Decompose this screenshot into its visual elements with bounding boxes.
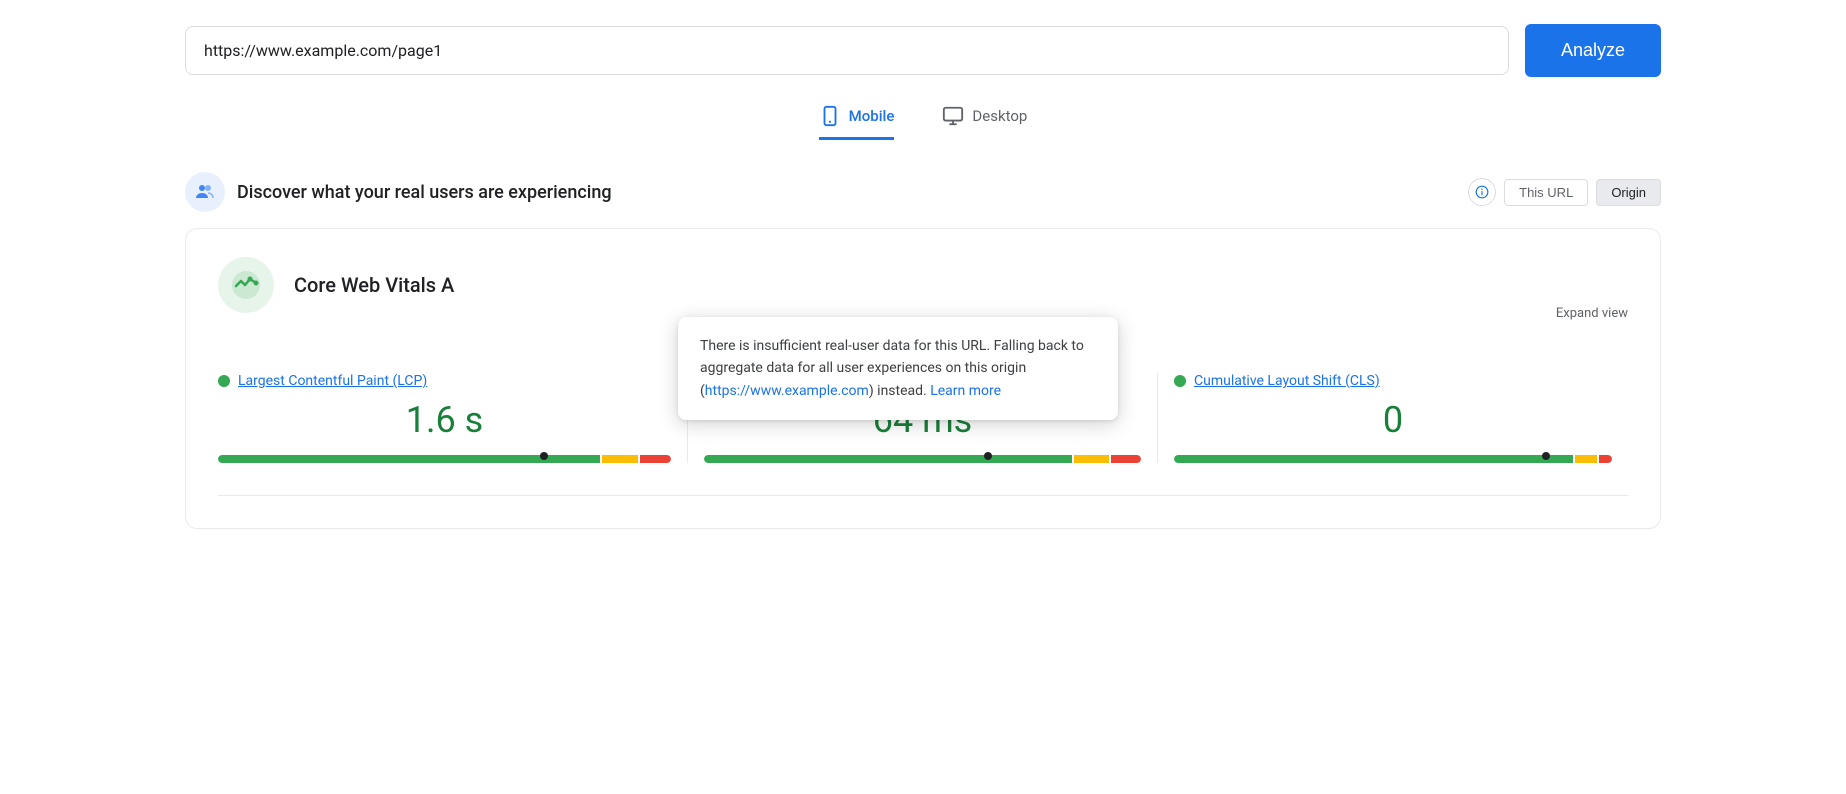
bar-seg-green-cls (1174, 455, 1573, 463)
url-origin-toggle: This URL Origin (1468, 178, 1661, 206)
cwv-title: Core Web Vitals A (294, 273, 454, 297)
url-input[interactable] (204, 41, 1490, 60)
bar-seg-red-cls (1599, 455, 1612, 463)
section-icon (185, 172, 225, 212)
bar-seg-orange-cls (1575, 455, 1597, 463)
section-title-group: Discover what your real users are experi… (185, 172, 612, 212)
users-icon (193, 180, 217, 204)
metric-label-lcp[interactable]: Largest Contentful Paint (LCP) (238, 373, 427, 389)
metric-label-cls[interactable]: Cumulative Layout Shift (CLS) (1194, 373, 1380, 389)
progress-bar-lcp (218, 455, 671, 463)
progress-bar-cls (1174, 455, 1612, 463)
metric-col-cls: Cumulative Layout Shift (CLS) 0 (1158, 373, 1628, 463)
cwv-header: Core Web Vitals A There is insufficient … (218, 257, 1628, 313)
progress-bar-inp (704, 455, 1141, 463)
marker-dot-lcp (540, 452, 548, 460)
bar-marker-lcp (540, 452, 548, 462)
bar-seg-green-inp (704, 455, 1072, 463)
content-card: Core Web Vitals A There is insufficient … (185, 228, 1661, 529)
bar-seg-red-inp (1111, 455, 1141, 463)
bar-marker-cls (1542, 452, 1550, 462)
url-bar-row: Analyze (185, 24, 1661, 77)
tooltip-learn-more-link[interactable]: Learn more (930, 383, 1001, 399)
metric-label-row-cls: Cumulative Layout Shift (CLS) (1174, 373, 1612, 389)
origin-button[interactable]: Origin (1596, 179, 1661, 206)
bar-seg-orange-inp (1074, 455, 1109, 463)
bar-seg-orange-lcp (602, 455, 638, 463)
tabs-row: Mobile Desktop (185, 105, 1661, 140)
mobile-icon (819, 105, 841, 127)
tooltip-popup: There is insufficient real-user data for… (678, 317, 1118, 420)
desktop-icon (942, 105, 964, 127)
tab-desktop[interactable]: Desktop (942, 105, 1027, 140)
metric-value-cls: 0 (1174, 399, 1612, 441)
this-url-button[interactable]: This URL (1504, 179, 1588, 206)
expand-view-link[interactable]: Expand view (1556, 306, 1628, 321)
bottom-divider (218, 495, 1628, 496)
info-icon (1475, 185, 1489, 199)
tab-mobile[interactable]: Mobile (819, 105, 895, 140)
tab-desktop-label: Desktop (972, 107, 1027, 125)
bar-marker-inp (984, 452, 992, 462)
section-header: Discover what your real users are experi… (185, 172, 1661, 212)
metric-col-lcp: Largest Contentful Paint (LCP) 1.6 s (218, 373, 688, 463)
bar-seg-red-lcp (640, 455, 671, 463)
analyze-button[interactable]: Analyze (1525, 24, 1661, 77)
section-title: Discover what your real users are experi… (237, 182, 612, 203)
tooltip-text-after: ) instead. (869, 383, 930, 399)
marker-dot-inp (984, 452, 992, 460)
tooltip-origin-link[interactable]: https://www.example.com (705, 383, 869, 399)
tab-mobile-label: Mobile (849, 107, 895, 125)
bar-bg-lcp (218, 455, 671, 463)
bar-bg-inp (704, 455, 1141, 463)
metric-label-row-lcp: Largest Contentful Paint (LCP) (218, 373, 671, 389)
metric-dot-lcp (218, 375, 230, 387)
metric-value-lcp: 1.6 s (218, 399, 671, 441)
cwv-icon (230, 269, 262, 301)
metric-dot-cls (1174, 375, 1186, 387)
cwv-icon-wrapper (218, 257, 274, 313)
marker-dot-cls (1542, 452, 1550, 460)
url-input-wrapper (185, 26, 1509, 75)
info-circle-button[interactable] (1468, 178, 1496, 206)
